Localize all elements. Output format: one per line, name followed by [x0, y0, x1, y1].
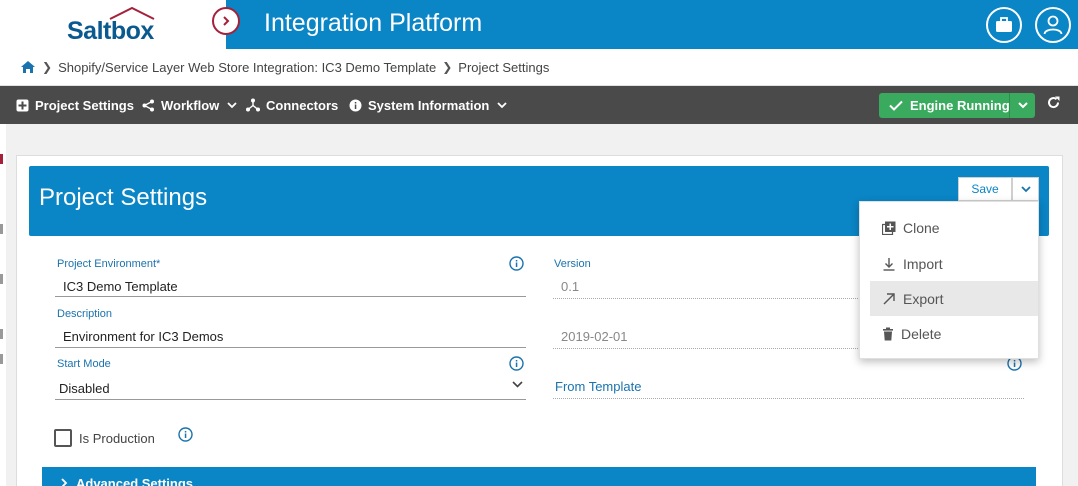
- version-label: Version: [554, 258, 591, 270]
- workflow-label: Workflow: [161, 97, 220, 113]
- chevron-right-icon: ❯: [42, 60, 53, 74]
- menu-item-label: Export: [903, 290, 944, 307]
- project-environment-field[interactable]: IC3 Demo Template: [63, 279, 178, 294]
- edge-marker: [0, 274, 3, 284]
- info-icon[interactable]: [509, 256, 524, 271]
- sidebar-edge: [0, 124, 6, 486]
- connector-icon: [246, 98, 260, 112]
- start-mode-label: Start Mode: [57, 358, 111, 370]
- chevron-down-icon: [1017, 102, 1028, 109]
- menu-item-label: Delete: [901, 325, 942, 342]
- system-information-menu[interactable]: System Information: [349, 86, 513, 124]
- chevron-down-icon: [1020, 185, 1031, 192]
- save-options-toggle[interactable]: [1012, 177, 1039, 201]
- breadcrumb-project[interactable]: Shopify/Service Layer Web Store Integrat…: [58, 60, 436, 75]
- menu-item-delete[interactable]: Delete: [870, 316, 1038, 351]
- date-field: 2019-02-01: [561, 329, 628, 344]
- menu-item-export[interactable]: Export: [870, 281, 1038, 316]
- menu-item-label: Import: [903, 255, 943, 272]
- edge-marker: [0, 154, 3, 164]
- settings-box-icon: [16, 99, 29, 111]
- breadcrumb-current: Project Settings: [458, 59, 550, 75]
- project-settings-label: Project Settings: [35, 97, 134, 113]
- field-underline: [553, 298, 858, 299]
- connectors-label: Connectors: [266, 97, 339, 113]
- edge-marker: [0, 354, 3, 364]
- trash-icon: [883, 327, 893, 340]
- checkmark-icon: [889, 100, 903, 111]
- menu-item-label: Clone: [903, 219, 940, 236]
- project-environment-label: Project Environment*: [57, 258, 161, 270]
- home-icon[interactable]: [20, 60, 36, 74]
- user-button[interactable]: [1035, 7, 1071, 43]
- field-underline: [55, 399, 526, 400]
- field-underline: [553, 398, 1024, 399]
- menu-item-import[interactable]: Import: [870, 246, 1038, 281]
- info-icon[interactable]: [178, 427, 193, 442]
- edge-marker: [0, 224, 3, 234]
- user-icon: [1043, 15, 1063, 35]
- field-underline: [553, 348, 858, 349]
- breadcrumb: ❯ Shopify/Service Layer Web Store Integr…: [0, 49, 1078, 86]
- field-underline: [55, 347, 526, 348]
- engine-status-button[interactable]: Engine Running: [879, 93, 1035, 118]
- from-template-label: From Template: [555, 379, 642, 394]
- chevron-down-icon: [512, 381, 523, 388]
- menu-item-clone[interactable]: Clone: [870, 210, 1038, 245]
- page-title: Project Settings: [39, 184, 208, 211]
- download-icon: [883, 257, 895, 271]
- clone-icon: [882, 221, 896, 235]
- workflow-menu[interactable]: Workflow: [142, 86, 243, 124]
- system-information-label: System Information: [368, 97, 490, 113]
- save-button[interactable]: Save: [958, 177, 1012, 201]
- field-underline: [55, 296, 526, 297]
- is-production-label: Is Production: [79, 431, 155, 446]
- description-field[interactable]: Environment for IC3 Demos: [63, 329, 223, 344]
- engine-status-label: Engine Running: [910, 98, 1010, 113]
- description-label: Description: [57, 308, 113, 320]
- start-mode-select[interactable]: Disabled: [55, 376, 526, 398]
- chevron-right-icon: [61, 478, 68, 486]
- project-settings-menu[interactable]: Project Settings: [16, 86, 134, 124]
- version-field: 0.1: [561, 279, 580, 294]
- briefcase-button[interactable]: [986, 7, 1022, 43]
- arrow-up-right-icon: [883, 292, 895, 304]
- share-icon: [142, 99, 154, 111]
- logo[interactable]: Saltbox: [0, 0, 226, 49]
- refresh-icon[interactable]: [1046, 95, 1061, 110]
- briefcase-icon: [996, 17, 1012, 32]
- save-options-menu: Clone Import Export Delete: [859, 201, 1039, 359]
- advanced-settings-label: Advanced Settings: [76, 476, 194, 486]
- info-icon: [349, 99, 362, 111]
- start-mode-value: Disabled: [59, 381, 110, 396]
- chevron-right-icon: ❯: [442, 60, 453, 74]
- expand-sidebar-button[interactable]: [212, 7, 240, 35]
- edge-marker: [0, 329, 3, 339]
- connectors-menu[interactable]: Connectors: [246, 86, 338, 124]
- chevron-right-icon: [223, 16, 230, 26]
- info-icon[interactable]: [509, 356, 524, 371]
- chevron-down-icon: [227, 101, 237, 108]
- is-production-checkbox[interactable]: [54, 429, 72, 447]
- engine-options-toggle[interactable]: [1009, 93, 1035, 118]
- logo-text: Saltbox: [67, 17, 154, 45]
- app-title: Integration Platform: [264, 9, 483, 37]
- chevron-down-icon: [497, 101, 507, 108]
